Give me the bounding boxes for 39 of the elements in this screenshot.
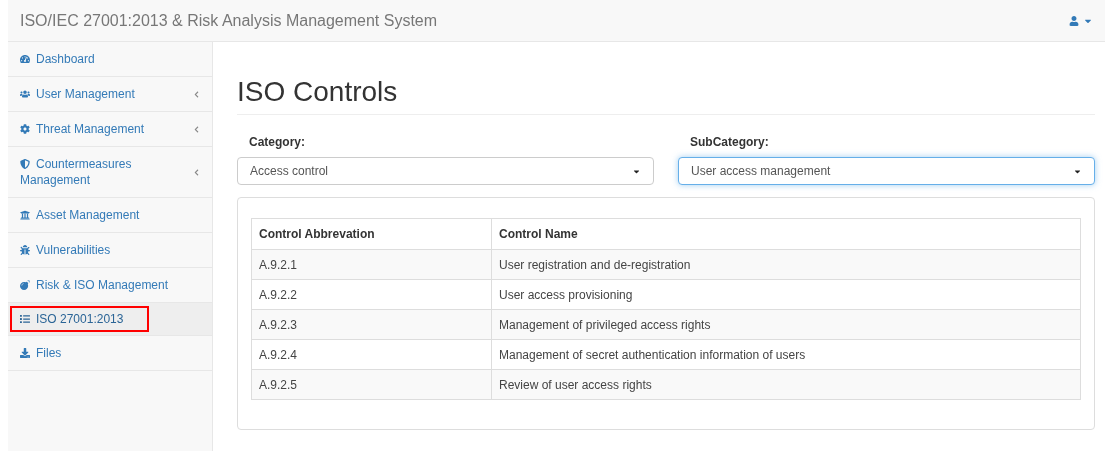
dropdown[interactable]: User access management <box>678 157 1095 185</box>
list-icon <box>20 313 30 324</box>
sidebar-label: ISO 27001:2013 <box>12 308 148 330</box>
table-cell: Management of secret authentication information of users <box>491 339 1081 370</box>
download-icon <box>20 347 30 358</box>
sidebar-label: User Management <box>20 86 135 102</box>
column-header: Control Name <box>491 218 1081 250</box>
dropdown[interactable]: Access control <box>237 157 654 185</box>
sidebar-label: Countermeasures Management <box>20 156 133 188</box>
table-cell: Management of privileged access rights <box>491 309 1081 340</box>
page-title: ISO Controls <box>237 76 1095 115</box>
sidebar-label: Files <box>20 345 62 361</box>
app-title: ISO/IEC 27001:2013 & Risk Analysis Management System <box>20 10 438 31</box>
field-label: Category: <box>248 134 306 151</box>
dashboard-icon <box>20 53 30 64</box>
field-label: SubCategory: <box>689 134 770 151</box>
building-icon <box>20 209 30 220</box>
table-cell: Review of user access rights <box>491 369 1081 400</box>
sidebar-label: Vulnerabilities <box>20 242 111 258</box>
column-header: Control Abbrevation <box>251 218 492 250</box>
bomb-icon <box>20 279 30 290</box>
table-cell: A.9.2.5 <box>251 369 492 400</box>
users-icon <box>20 88 30 99</box>
sidebar-label: Risk & ISO Management <box>20 277 169 293</box>
shield-icon <box>20 158 30 169</box>
gear-icon <box>20 123 30 134</box>
table-cell: User access provisioning <box>491 279 1081 310</box>
table-cell: A.9.2.3 <box>251 309 492 340</box>
table-cell: A.9.2.1 <box>251 249 492 280</box>
sidebar-label: Threat Management <box>20 121 145 137</box>
table-cell: User registration and de-registration <box>491 249 1081 280</box>
sidebar-label: Dashboard <box>20 51 95 67</box>
sidebar-item[interactable]: ISO 27001:2013 <box>8 303 212 336</box>
table-cell: A.9.2.2 <box>251 279 492 310</box>
user-menu-button[interactable] <box>1069 15 1093 26</box>
table-cell: A.9.2.4 <box>251 339 492 370</box>
sidebar-label: Asset Management <box>20 207 140 223</box>
user-icon <box>1069 15 1079 26</box>
bug-icon <box>20 244 30 255</box>
